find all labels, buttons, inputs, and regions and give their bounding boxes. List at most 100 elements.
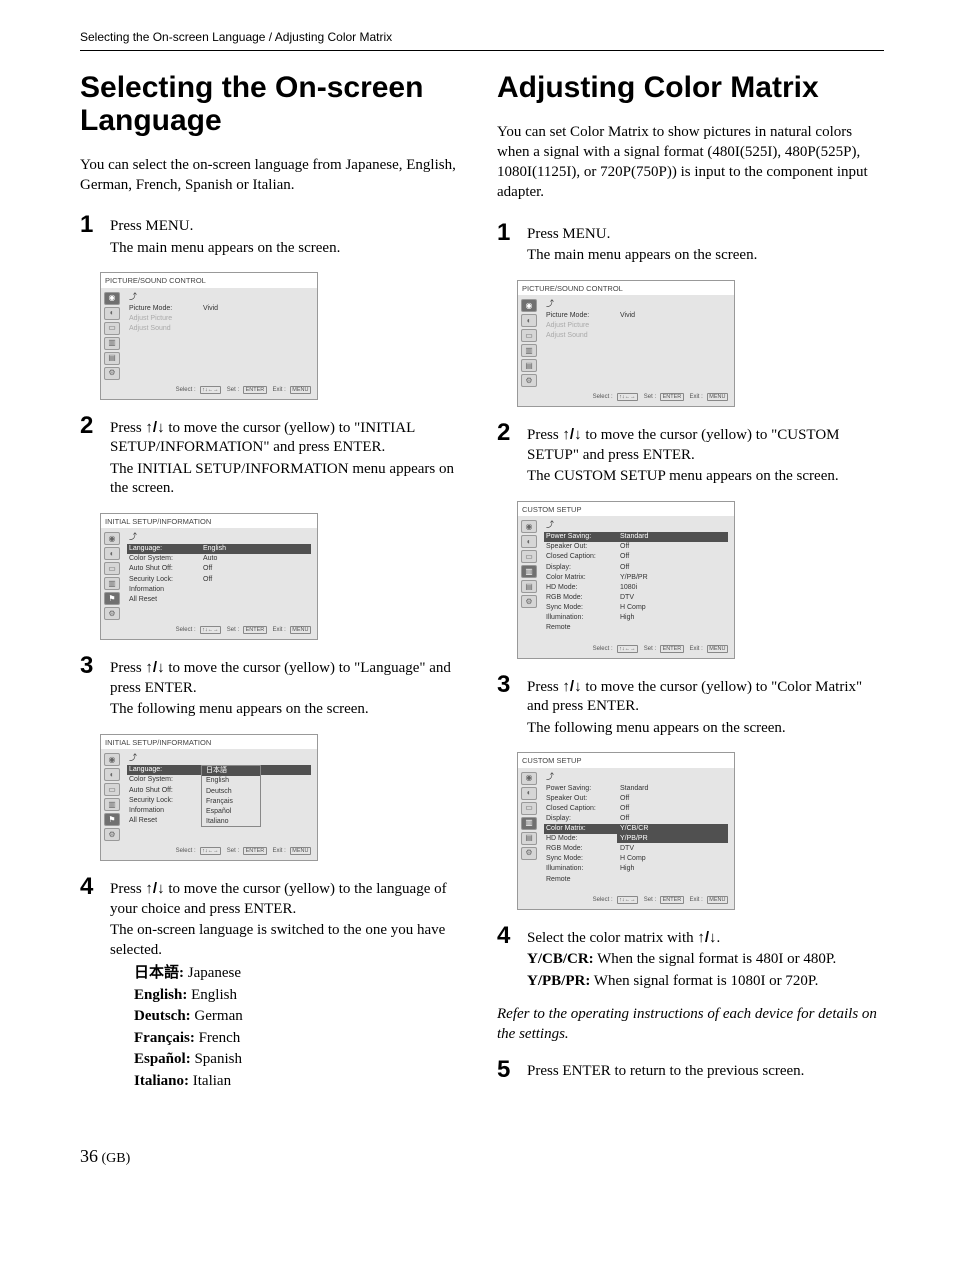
sidebar-icon: ▥ (521, 344, 537, 357)
sidebar-icon: ◐ (104, 307, 120, 320)
heading-left: Selecting the On-screen Language (80, 71, 467, 137)
menu-row-value: Off (203, 575, 311, 584)
step2a: Press (110, 420, 145, 436)
step2c: The INITIAL SETUP/INFORMATION menu appea… (110, 461, 454, 497)
sidebar-icon: ◉ (521, 772, 537, 785)
dropdown-item: Español (202, 806, 260, 816)
menu-row-label: Picture Mode: (546, 311, 620, 320)
sidebar-icon: ◐ (521, 535, 537, 548)
lang-de-l: Deutsch: (134, 1008, 191, 1024)
arrow-up-down-icon: ↑/↓ (145, 880, 164, 897)
r1b: The main menu appears on the screen. (527, 247, 757, 263)
sidebar-icon: ▤ (104, 352, 120, 365)
step-number: 5 (497, 1058, 517, 1084)
dropdown-item: Français (202, 796, 260, 806)
step-number: 2 (497, 421, 517, 489)
menu-row-label: Sync Mode: (546, 603, 620, 612)
lang-en-l: English: (134, 987, 187, 1003)
r2c: The CUSTOM SETUP menu appears on the scr… (527, 468, 839, 484)
menu-row-value: Y/CB/CR (620, 824, 726, 833)
note: Refer to the operating instructions of e… (497, 1005, 884, 1044)
menu-row-label: Adjust Sound (546, 331, 620, 340)
menu-footer: Select :↑↓←→ Set :ENTER Exit :MENU (518, 894, 734, 909)
lang-fr-l: Français: (134, 1030, 195, 1046)
menu-row-label: All Reset (129, 816, 203, 825)
menu-row-label: Color Matrix: (546, 573, 620, 582)
menu-title: PICTURE/SOUND CONTROL (101, 273, 317, 288)
sidebar-icon: ◉ (521, 299, 537, 312)
menu-row-label: Language: (129, 544, 203, 553)
menu-row-label: Remote (546, 875, 620, 884)
header-rule (80, 50, 884, 51)
menu-title: CUSTOM SETUP (518, 502, 734, 517)
back-icon: ⤴ (129, 753, 311, 763)
menu-sidebar: ◉ ◐ ▭ ▥ ⚑ ⚙ (101, 528, 123, 624)
menu-row-value: Vivid (203, 304, 311, 313)
menu-initial-setup-lang: INITIAL SETUP/INFORMATION ◉ ◐ ▭ ▥ ⚑ ⚙ ⤴ … (100, 734, 318, 862)
sidebar-icon: ◐ (521, 314, 537, 327)
back-icon: ⤴ (546, 520, 728, 530)
step-number: 1 (497, 221, 517, 268)
step-number: 4 (497, 924, 517, 994)
sidebar-icon: ▥ (521, 565, 537, 578)
menu-row-label: Sync Mode: (546, 854, 620, 863)
menu-sidebar: ◉ ◐ ▭ ▥ ⚑ ⚙ (101, 749, 123, 845)
step-1: 1 Press MENU. The main menu appears on t… (80, 213, 467, 260)
menu-row-value: Off (620, 814, 728, 823)
lang-es-v: Spanish (191, 1051, 242, 1067)
page-number: 36 (GB) (80, 1145, 884, 1168)
sidebar-icon: ▭ (521, 329, 537, 342)
menu-row-label: RGB Mode: (546, 844, 620, 853)
step3c: The following menu appears on the screen… (110, 701, 369, 717)
sidebar-icon: ⚙ (104, 607, 120, 620)
sidebar-icon: ▭ (521, 802, 537, 815)
back-icon: ⤴ (546, 299, 728, 309)
menu-row-value: High (620, 613, 728, 622)
dropdown-item: Italiano (202, 816, 260, 826)
intro-left: You can select the on-screen language fr… (80, 155, 467, 196)
sidebar-icon: ⚑ (104, 592, 120, 605)
step4c: The on-screen language is switched to th… (110, 922, 445, 958)
menu-custom-setup-cm: CUSTOM SETUP ◉ ◐ ▭ ▥ ▤ ⚙ ⤴ Power Saving:… (517, 752, 735, 910)
menu-row-label: Power Saving: (546, 784, 620, 793)
menu-row-label: HD Mode: (546, 583, 620, 592)
menu-row-label: Color Matrix: (546, 824, 620, 833)
menu-row-value: Standard (620, 532, 726, 541)
menu-row-label: Adjust Picture (129, 314, 203, 323)
menu-footer: Select :↑↓←→ Set :ENTER Exit :MENU (518, 643, 734, 658)
menu-row-label: Speaker Out: (546, 794, 620, 803)
lang-de-v: German (191, 1008, 243, 1024)
menu-row-value: DTV (620, 593, 728, 602)
dropdown-item: 日本語 (202, 766, 260, 776)
sidebar-icon: ⚙ (521, 595, 537, 608)
menu-row-label: All Reset (129, 595, 203, 604)
menu-row-value: Vivid (620, 311, 728, 320)
dropdown-item: English (202, 776, 260, 786)
r4a: Select the color matrix with (527, 930, 697, 946)
menu-row-value: High (620, 864, 728, 873)
menu-row-label: HD Mode: (546, 834, 620, 843)
back-icon: ⤴ (129, 532, 311, 542)
sidebar-icon: ⚙ (521, 847, 537, 860)
right-column: Adjusting Color Matrix You can set Color… (497, 71, 884, 1106)
menu-row-value: Off (620, 794, 728, 803)
sidebar-icon: ▭ (104, 322, 120, 335)
menu-row-value: Off (620, 804, 728, 813)
menu-row-label: Information (129, 585, 203, 594)
sidebar-icon: ▥ (104, 798, 120, 811)
menu-footer: Select :↑↓←→ Set :ENTER Exit :MENU (518, 391, 734, 406)
sidebar-icon: ▥ (104, 577, 120, 590)
sidebar-icon: ◉ (104, 532, 120, 545)
menu-row-value: Off (620, 542, 728, 551)
r3a: Press (527, 679, 562, 695)
step-number: 2 (80, 414, 100, 501)
menu-sidebar: ◉ ◐ ▭ ▥ ▤ ⚙ (518, 768, 540, 894)
menu-row-label: Auto Shut Off: (129, 786, 203, 795)
step-4: 4 Press ↑/↓ to move the cursor (yellow) … (80, 875, 467, 1093)
menu-row-label: Illumination: (546, 864, 620, 873)
r4c-v: When the signal format is 480I or 480P. (594, 951, 837, 967)
menu-row-label: Language: (129, 765, 203, 774)
menu-row-label: Security Lock: (129, 796, 203, 805)
lang-jp-l: 日本語: (134, 965, 184, 981)
menu-row-label: Remote (546, 623, 620, 632)
